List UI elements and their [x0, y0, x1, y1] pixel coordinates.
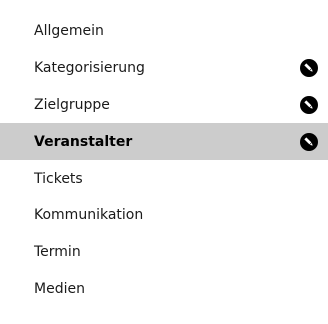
nav-item-allgemein[interactable]: Allgemein	[0, 13, 328, 50]
nav-item-medien[interactable]: Medien	[0, 271, 328, 308]
nav-item-kategorisierung[interactable]: Kategorisierung	[0, 50, 328, 87]
nav-item-label: Veranstalter	[34, 133, 133, 150]
nav-item-zielgruppe[interactable]: Zielgruppe	[0, 87, 328, 124]
nav-item-veranstalter[interactable]: Veranstalter	[0, 123, 328, 161]
edit-icon[interactable]	[300, 59, 318, 78]
nav-item-termin[interactable]: Termin	[0, 234, 328, 271]
nav-item-kommunikation[interactable]: Kommunikation	[0, 197, 328, 234]
edit-icon[interactable]	[300, 95, 318, 114]
nav-item-label: Tickets	[34, 170, 83, 187]
nav-item-label: Allgemein	[34, 23, 104, 40]
nav-item-tickets[interactable]: Tickets	[0, 160, 328, 197]
nav-item-label: Kategorisierung	[34, 60, 145, 77]
edit-icon[interactable]	[300, 132, 318, 151]
nav-item-label: Kommunikation	[34, 207, 144, 224]
nav-item-label: Medien	[34, 280, 85, 297]
nav-item-label: Termin	[34, 244, 81, 261]
nav-item-label: Zielgruppe	[34, 96, 110, 113]
sidebar-nav: Allgemein Kategorisierung Zielgruppe Ver…	[0, 13, 328, 307]
